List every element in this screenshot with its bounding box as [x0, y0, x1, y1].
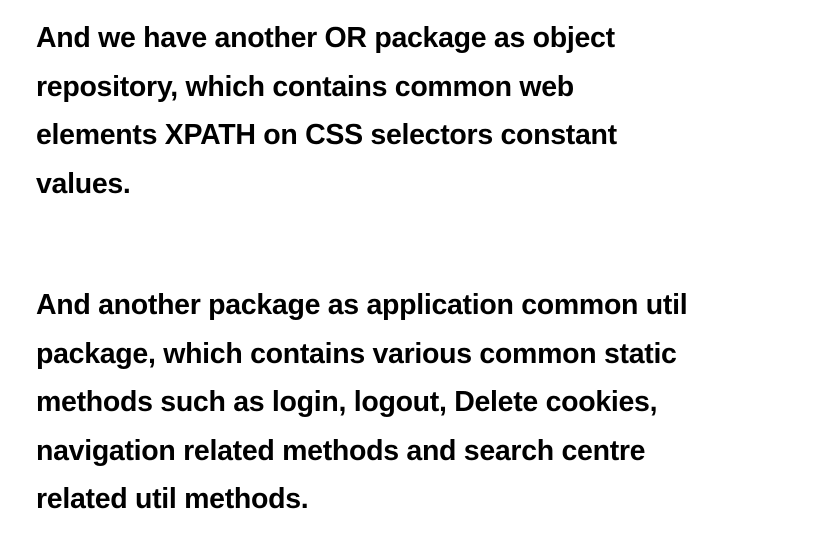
text-line: values. [36, 167, 131, 200]
text-line: methods such as login, logout, Delete co… [36, 386, 658, 418]
text-line: And we have another OR package as object [36, 22, 615, 54]
text-line: related util methods. [36, 483, 309, 515]
text-line: package, which contains various common s… [36, 337, 677, 370]
paragraph-util-package: And another package as application commo… [36, 281, 826, 524]
text-line: navigation related methods and search ce… [36, 434, 646, 467]
text-line: repository, which contains common web [36, 70, 574, 103]
text-line: And another package as application commo… [36, 289, 688, 321]
text-line: elements XPATH on CSS selectors constant [36, 119, 617, 151]
document-page: And we have another OR package as object… [36, 14, 826, 524]
paragraph-object-repository: And we have another OR package as object… [36, 14, 826, 208]
